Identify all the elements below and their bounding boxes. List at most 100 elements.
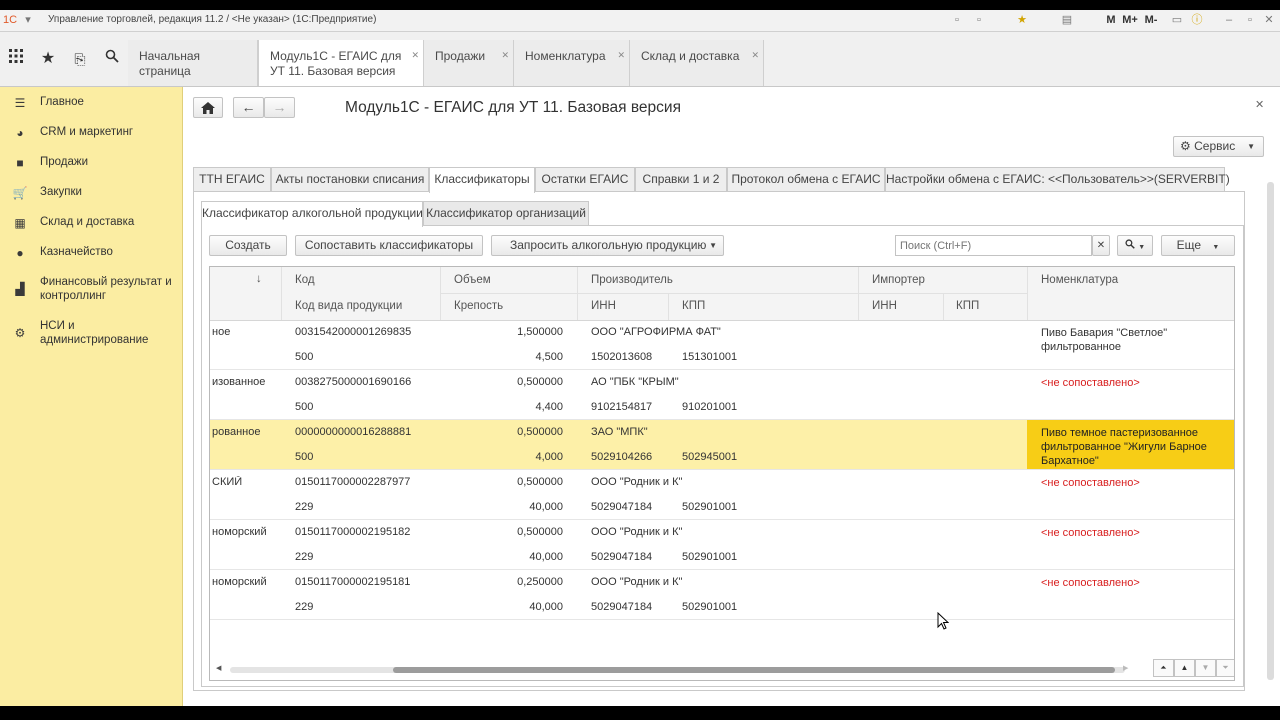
go-up-button[interactable]: ▲ bbox=[1174, 659, 1195, 677]
nomenclature-cell[interactable]: <не сопоставлено> bbox=[1027, 570, 1234, 620]
maximize-icon[interactable]: ▫ bbox=[1243, 13, 1257, 27]
chevron-down-icon: ▼ bbox=[1212, 244, 1220, 251]
strength-cell: 40,000 bbox=[529, 551, 563, 563]
table-row[interactable]: ное 0031542000001269835 1,500000 ООО "АГРОФ… bbox=[210, 320, 1234, 370]
memory-plus-button[interactable]: M+ bbox=[1120, 13, 1140, 27]
col-kpp[interactable]: КПП bbox=[682, 300, 705, 312]
kpp-cell: 910201001 bbox=[682, 401, 738, 413]
col-strength[interactable]: Крепость bbox=[454, 300, 503, 312]
tab-egais-module[interactable]: Модуль1С - ЕГАИС для УТ 11. Базовая верс… bbox=[258, 40, 424, 86]
forward-button[interactable]: → bbox=[264, 97, 295, 118]
memory-minus-button[interactable]: M- bbox=[1142, 13, 1160, 27]
scroll-left-icon[interactable]: ◀ bbox=[216, 664, 221, 672]
vertical-scrollbar[interactable] bbox=[1267, 182, 1274, 680]
match-classifiers-button[interactable]: Сопоставить классификаторы bbox=[295, 235, 483, 256]
horizontal-scrollbar[interactable] bbox=[230, 667, 1125, 673]
more-button[interactable]: Еще ▼ bbox=[1161, 235, 1235, 256]
subtab-org-classifier[interactable]: Классификатор организаций bbox=[423, 201, 589, 225]
tab-exchange-log[interactable]: Протокол обмена с ЕГАИС bbox=[727, 167, 885, 191]
kpp-cell: 151301001 bbox=[682, 351, 738, 363]
tab-label: Начальная страница bbox=[139, 49, 201, 78]
tab-sales[interactable]: Продажи ✕ bbox=[424, 40, 514, 86]
go-first-button[interactable]: ⏶ bbox=[1153, 659, 1174, 677]
bar-chart-icon: ▟ bbox=[15, 282, 25, 296]
kpp-cell: 502901001 bbox=[682, 601, 738, 613]
search-input[interactable] bbox=[895, 235, 1092, 256]
table-row[interactable]: номорский 0150117000002195181 0,250000 ООО … bbox=[210, 570, 1234, 620]
nomenclature-cell[interactable]: <не сопоставлено> bbox=[1027, 470, 1234, 520]
sidebar-item-label: НСИ и администрирование bbox=[40, 320, 149, 346]
nomenclature-cell[interactable]: <не сопоставлено> bbox=[1027, 370, 1234, 420]
close-form-icon[interactable]: ✕ bbox=[1255, 98, 1264, 111]
alcohol-classifier-table[interactable]: ↓ Код Объем Производитель Импортер Номен… bbox=[209, 266, 1235, 681]
table-row[interactable]: рованное 0000000000016288881 0,500000 ЗАО "… bbox=[210, 420, 1234, 470]
code-type-cell: 229 bbox=[295, 501, 314, 513]
code-cell: 0150117000002195182 bbox=[295, 526, 411, 538]
memory-button[interactable]: M bbox=[1104, 13, 1118, 27]
window-menu-icon[interactable]: ▾ bbox=[21, 13, 35, 27]
scrollbar-thumb[interactable] bbox=[393, 667, 1115, 673]
col-code-type[interactable]: Код вида продукции bbox=[295, 300, 402, 312]
tab-nomenclature[interactable]: Номенклатура ✕ bbox=[514, 40, 630, 86]
col-code[interactable]: Код bbox=[295, 274, 315, 286]
volume-cell: 0,500000 bbox=[517, 426, 563, 438]
print-icon[interactable]: ▫ bbox=[972, 13, 986, 27]
tab-egais-balances[interactable]: Остатки ЕГАИС bbox=[535, 167, 635, 191]
sidebar-item-label: Склад и доставка bbox=[40, 216, 135, 228]
code-cell: 0000000000016288881 bbox=[295, 426, 412, 438]
table-row[interactable]: номорский 0150117000002195182 0,500000 ООО … bbox=[210, 520, 1234, 570]
service-label: Сервис bbox=[1194, 139, 1236, 153]
go-last-button[interactable]: ⏷ bbox=[1216, 659, 1234, 677]
table-row[interactable]: изованное 0038275000001690166 0,500000 АО "… bbox=[210, 370, 1234, 420]
sort-arrow-icon[interactable]: ↓ bbox=[256, 273, 262, 285]
col-volume[interactable]: Объем bbox=[454, 274, 491, 286]
nomenclature-cell[interactable]: Пиво темное пастеризованное фильтрованно… bbox=[1027, 420, 1234, 470]
tab-write-off-acts[interactable]: Акты постановки списания bbox=[271, 167, 429, 191]
col-importer[interactable]: Импортер bbox=[872, 274, 925, 286]
go-down-button[interactable]: ▼ bbox=[1195, 659, 1216, 677]
clear-search-button[interactable]: ✕ bbox=[1092, 235, 1110, 256]
search-icon[interactable] bbox=[101, 48, 123, 70]
service-button[interactable]: ⚙ Сервис ▼ bbox=[1173, 136, 1264, 157]
back-button[interactable]: ← bbox=[233, 97, 264, 118]
table-row[interactable]: СКИЙ 0150117000002287977 0,500000 ООО "Родн… bbox=[210, 470, 1234, 520]
all-functions-icon[interactable] bbox=[5, 48, 27, 70]
history-icon[interactable]: ⎘ bbox=[69, 48, 91, 70]
minimize-icon[interactable]: – bbox=[1222, 13, 1236, 27]
panels-icon[interactable]: ▭ bbox=[1170, 13, 1184, 27]
info-icon[interactable]: ⓘ bbox=[1190, 13, 1204, 27]
volume-cell: 0,500000 bbox=[517, 526, 563, 538]
col-nomenclature[interactable]: Номенклатура bbox=[1041, 274, 1118, 286]
tab-certificates[interactable]: Справки 1 и 2 bbox=[635, 167, 727, 191]
search-options-button[interactable]: ▼ bbox=[1117, 235, 1153, 256]
close-window-icon[interactable]: ✕ bbox=[1262, 13, 1276, 27]
close-tab-icon[interactable]: ✕ bbox=[751, 48, 759, 63]
nomenclature-cell[interactable]: Пиво Бавария "Светлое" фильтрованное bbox=[1027, 320, 1234, 370]
create-button[interactable]: Создать bbox=[209, 235, 287, 256]
favorites-star-icon[interactable]: ★ bbox=[37, 48, 59, 70]
col-producer[interactable]: Производитель bbox=[591, 274, 673, 286]
close-tab-icon[interactable]: ✕ bbox=[617, 48, 625, 63]
tab-warehouse[interactable]: Склад и доставка ✕ bbox=[630, 40, 764, 86]
sidebar-item-label: Закупки bbox=[40, 186, 82, 198]
calc-icon[interactable]: ▤ bbox=[1060, 13, 1074, 27]
close-tab-icon[interactable]: ✕ bbox=[411, 48, 419, 63]
col-importer-kpp[interactable]: КПП bbox=[956, 300, 979, 312]
subtab-alcohol-classifier[interactable]: Классификатор алкогольной продукции bbox=[201, 201, 423, 227]
tab-exchange-settings[interactable]: Настройки обмена с ЕГАИС: <<Пользователь… bbox=[885, 167, 1230, 191]
save-icon[interactable]: ▫ bbox=[950, 13, 964, 27]
nomenclature-cell[interactable]: <не сопоставлено> bbox=[1027, 520, 1234, 570]
volume-cell: 1,500000 bbox=[517, 326, 563, 338]
tab-classifiers[interactable]: Классификаторы bbox=[429, 167, 535, 193]
favorites-icon[interactable]: ★ bbox=[1015, 13, 1029, 27]
code-type-cell: 500 bbox=[295, 351, 314, 363]
col-importer-inn[interactable]: ИНН bbox=[872, 300, 897, 312]
inn-cell: 9102154817 bbox=[591, 401, 653, 413]
home-button[interactable] bbox=[193, 97, 223, 118]
request-products-button[interactable]: Запросить алкогольную продукцию ▼ bbox=[491, 235, 724, 256]
scroll-right-icon[interactable]: ▶ bbox=[1123, 664, 1128, 672]
col-inn[interactable]: ИНН bbox=[591, 300, 616, 312]
close-tab-icon[interactable]: ✕ bbox=[501, 48, 509, 63]
tab-home-page[interactable]: Начальная страница bbox=[128, 40, 258, 86]
tab-ttn-egais[interactable]: ТТН ЕГАИС bbox=[193, 167, 271, 191]
